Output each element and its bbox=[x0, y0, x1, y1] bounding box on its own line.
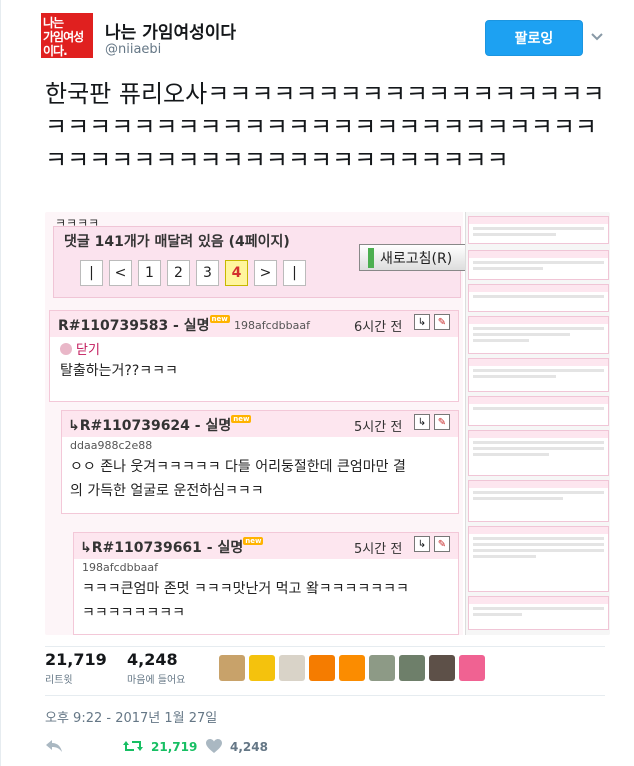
like-stat-label[interactable]: 마음에 들어요 bbox=[127, 671, 185, 686]
avatar-text-3: 이다. bbox=[43, 44, 68, 58]
mini-comment bbox=[468, 250, 609, 280]
edit-pencil-icon[interactable]: ✎ bbox=[434, 414, 450, 430]
reply-arrow-icon[interactable]: ↳ bbox=[414, 314, 430, 330]
reply-indicator-icon: ↳ bbox=[68, 418, 80, 434]
chevron-down-icon[interactable] bbox=[590, 30, 604, 44]
mini-comment bbox=[468, 396, 609, 426]
pager-page-3[interactable]: 3 bbox=[196, 260, 219, 286]
collapse-icon bbox=[60, 343, 72, 355]
edit-pencil-icon[interactable]: ✎ bbox=[434, 314, 450, 330]
comment-id: R#110739661 - 실명 bbox=[91, 540, 244, 556]
comment-screenshot: ㅋㅋㅋㅋ 댓글 141개가 매달려 있음 (4페이지) | < 1 2 3 4 … bbox=[45, 212, 469, 635]
tweet-image[interactable]: ㅋㅋㅋㅋ 댓글 141개가 매달려 있음 (4페이지) | < 1 2 3 4 … bbox=[45, 212, 610, 635]
comment-ip: ddaa988c2e88 bbox=[70, 439, 153, 452]
mini-comment bbox=[468, 358, 609, 392]
new-badge: new bbox=[209, 315, 230, 323]
comment-ip: 198afcdbbaaf bbox=[234, 319, 310, 332]
comment-body-line-2: ㅋㅋㅋㅋㅋㅋㅋㅋ bbox=[82, 605, 186, 621]
liker-avatar[interactable] bbox=[399, 655, 425, 681]
mini-comment bbox=[468, 526, 609, 592]
hide-link[interactable]: 닫기 bbox=[60, 339, 100, 358]
like-stat-count[interactable]: 4,248 bbox=[127, 650, 178, 669]
pager-page-1[interactable]: 1 bbox=[138, 260, 161, 286]
refresh-label: 새로고침(R) bbox=[380, 250, 453, 267]
mini-comment bbox=[468, 284, 609, 312]
pager-next[interactable]: > bbox=[254, 260, 277, 286]
retweet-icon[interactable] bbox=[122, 738, 144, 754]
refresh-marker bbox=[368, 247, 374, 268]
pager: | < 1 2 3 4 > | bbox=[80, 260, 306, 286]
retweet-stat-label[interactable]: 리트윗 bbox=[45, 671, 73, 686]
retweet-stat-count[interactable]: 21,719 bbox=[45, 650, 107, 669]
comment-ip: 198afcdbbaaf bbox=[82, 561, 158, 574]
divider bbox=[45, 695, 605, 696]
liker-avatar[interactable] bbox=[219, 655, 245, 681]
pager-page-4[interactable]: 4 bbox=[225, 260, 248, 286]
reply-arrow-icon[interactable]: ↳ bbox=[414, 536, 430, 552]
new-badge: new bbox=[243, 537, 264, 545]
tweet-timestamp[interactable]: 오후 9:22 - 2017년 1월 27일 bbox=[45, 707, 217, 726]
user-handle[interactable]: @niiaebi bbox=[105, 42, 161, 57]
pager-prev[interactable]: < bbox=[109, 260, 132, 286]
liker-avatar[interactable] bbox=[249, 655, 275, 681]
comment-body: 탈출하는거??ㅋㅋㅋ bbox=[60, 363, 178, 379]
comment-time: 6시간 전 bbox=[354, 320, 403, 335]
new-badge: new bbox=[231, 415, 252, 423]
retweet-count[interactable]: 21,719 bbox=[151, 740, 197, 754]
liker-avatar[interactable] bbox=[279, 655, 305, 681]
mini-comment bbox=[468, 316, 609, 354]
tweet-card: 나는 가임여성 이다. 나는 가임여성이다 @niiaebi 팔로잉 한국판 퓨… bbox=[0, 0, 634, 766]
liker-avatar[interactable] bbox=[429, 655, 455, 681]
display-name[interactable]: 나는 가임여성이다 bbox=[105, 18, 236, 43]
tweet-text: 한국판 퓨리오사ㅋㅋㅋㅋㅋㅋㅋㅋㅋㅋㅋㅋㅋㅋㅋㅋㅋㅋㅋㅋㅋㅋㅋㅋㅋㅋㅋㅋㅋㅋㅋㅋ… bbox=[45, 80, 605, 174]
liker-avatar[interactable] bbox=[369, 655, 395, 681]
edit-pencil-icon[interactable]: ✎ bbox=[434, 536, 450, 552]
comment-3: ↳R#110739661 - 실명 new 198afcdbbaaf 5시간 전 … bbox=[73, 532, 459, 635]
liker-avatar[interactable] bbox=[339, 655, 365, 681]
likers-avatars bbox=[219, 655, 485, 681]
following-button[interactable]: 팔로잉 bbox=[485, 20, 583, 56]
comment-body-line-1: ㅋㅋㅋ큰엄마 존멋 ㅋㅋㅋ맛난거 먹고 왘ㅋㅋㅋㅋㅋㅋㅋ bbox=[82, 581, 409, 597]
reply-icon[interactable] bbox=[45, 738, 63, 754]
divider bbox=[45, 646, 605, 647]
refresh-button[interactable]: 새로고침(R) bbox=[359, 244, 469, 271]
mini-comment bbox=[468, 430, 609, 476]
pager-page-2[interactable]: 2 bbox=[167, 260, 190, 286]
comment-1: R#110739583 - 실명 new 198afcdbbaaf 6시간 전 ↳… bbox=[49, 310, 459, 402]
hide-label: 닫기 bbox=[76, 343, 100, 358]
comment-2: ↳R#110739624 - 실명 new ddaa988c2e88 5시간 전 … bbox=[61, 410, 459, 514]
avatar-text-1: 나는 bbox=[43, 16, 64, 30]
reply-arrow-icon[interactable]: ↳ bbox=[414, 414, 430, 430]
comment-time: 5시간 전 bbox=[354, 542, 403, 557]
avatar-text-2: 가임여성 bbox=[43, 30, 84, 44]
comment-body-line-2: 의 가득한 얼굴로 운전하심ㅋㅋㅋ bbox=[70, 483, 264, 499]
pager-first[interactable]: | bbox=[80, 260, 103, 286]
heart-icon[interactable] bbox=[205, 738, 223, 754]
pager-last[interactable]: | bbox=[283, 260, 306, 286]
mobile-screenshot-thumbnail bbox=[465, 212, 610, 635]
comment-id: R#110739624 - 실명 bbox=[79, 418, 232, 434]
comment-body-line-1: ㅇㅇ 존나 웃겨ㅋㅋㅋㅋㅋ 다들 어리둥절한데 큰엄마만 결 bbox=[70, 459, 406, 475]
comment-count: 댓글 141개가 매달려 있음 (4페이지) bbox=[64, 234, 290, 250]
comment-id: R#110739583 - 실명 bbox=[58, 318, 210, 334]
reply-indicator-icon: ↳ bbox=[80, 540, 92, 556]
avatar[interactable]: 나는 가임여성 이다. bbox=[41, 13, 93, 58]
comment-time: 5시간 전 bbox=[354, 420, 403, 435]
liker-avatar[interactable] bbox=[459, 655, 485, 681]
mini-comment bbox=[468, 596, 609, 630]
mini-comment bbox=[468, 216, 609, 244]
comment-header: 댓글 141개가 매달려 있음 (4페이지) | < 1 2 3 4 > | 새… bbox=[53, 226, 469, 298]
like-count[interactable]: 4,248 bbox=[230, 740, 268, 754]
mini-comment bbox=[468, 480, 609, 522]
liker-avatar[interactable] bbox=[309, 655, 335, 681]
